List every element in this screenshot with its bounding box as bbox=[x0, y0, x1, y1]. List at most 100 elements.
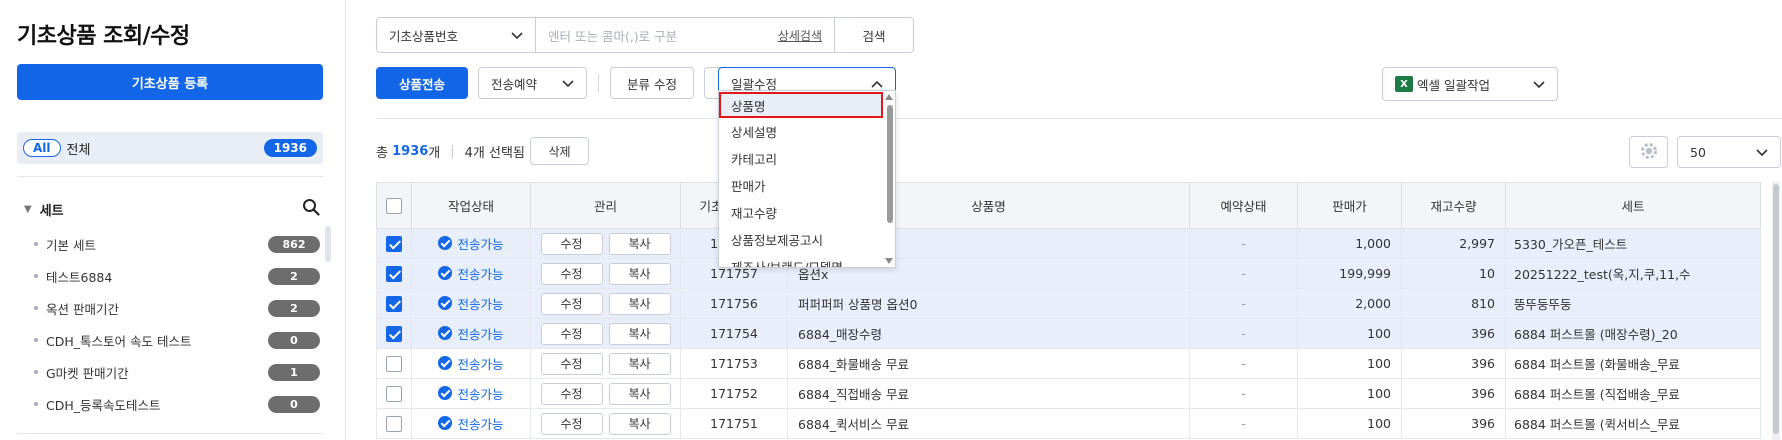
all-filter-row[interactable]: All 전체 1936 bbox=[17, 132, 323, 164]
table-row[interactable]: 전송가능 수정 복사 171757 옵션x -199,999 10 20251222_test… bbox=[376, 258, 1761, 289]
name-cell[interactable]: 6884_매장수령 bbox=[787, 318, 1190, 349]
search-icon[interactable] bbox=[302, 198, 320, 220]
edit-button[interactable]: 수정 bbox=[540, 292, 603, 315]
table-row[interactable]: 전송가능수정복사173847-1,0002,9975330_가오픈_테스트 bbox=[376, 228, 1761, 259]
col-header-reserve[interactable]: 예약상태 bbox=[1189, 182, 1298, 229]
edit-button[interactable]: 수정 bbox=[540, 232, 603, 255]
set-item[interactable]: 기본 세트 862 bbox=[34, 228, 320, 260]
check-circle-icon bbox=[438, 416, 453, 431]
id-cell[interactable]: 171753 bbox=[680, 348, 788, 379]
set-cell: 뚱뚜둥뚜둥 bbox=[1505, 288, 1761, 319]
search-type-select[interactable]: 기초상품번호 bbox=[376, 17, 536, 53]
id-cell[interactable]: 171751 bbox=[680, 408, 788, 439]
delete-button[interactable]: 삭제 bbox=[530, 137, 589, 165]
set-item[interactable]: G마켓 판매기간 1 bbox=[34, 356, 320, 388]
table-row[interactable]: 전송가능 수정 복사 171754 6884_매장수령 -100 396 6884 퍼스트몰 … bbox=[376, 318, 1761, 349]
name-cell[interactable]: 6884_직접배송 무료 bbox=[787, 378, 1190, 409]
row-select-cell[interactable] bbox=[376, 378, 412, 409]
col-header-status[interactable]: 작업상태 bbox=[411, 182, 531, 229]
row-checkbox[interactable] bbox=[386, 235, 402, 252]
name-cell[interactable]: 퍼퍼퍼퍼 상품명 옵션0 bbox=[787, 288, 1190, 319]
dropdown-item-category[interactable]: 카테고리 bbox=[719, 145, 895, 172]
table-row[interactable]: 전송가능 수정 복사 171751 6884_퀵서비스 무료 -100 396 6884 퍼스… bbox=[376, 408, 1761, 439]
set-cell: 6884 퍼스트몰 (직접배송_무료 bbox=[1505, 378, 1761, 409]
edit-button[interactable]: 수정 bbox=[540, 262, 603, 285]
set-item[interactable]: 옥션 판매기간 2 bbox=[34, 292, 320, 324]
table-row[interactable]: 전송가능 수정 복사 171753 6884_화물배송 무료 -100 396 6884 퍼스… bbox=[376, 348, 1761, 379]
register-product-button[interactable]: 기초상품 등록 bbox=[17, 64, 323, 100]
row-select-cell[interactable] bbox=[376, 228, 412, 259]
triangle-down-icon[interactable]: ▼ bbox=[24, 204, 32, 215]
detail-search-link[interactable]: 상세검색 bbox=[778, 27, 822, 44]
page-size-select[interactable]: 50 bbox=[1677, 136, 1781, 168]
dropdown-scrollbar[interactable] bbox=[887, 105, 893, 223]
copy-button[interactable]: 복사 bbox=[608, 352, 671, 375]
edit-button[interactable]: 수정 bbox=[540, 352, 603, 375]
col-header-stock[interactable]: 재고수량 bbox=[1401, 182, 1506, 229]
row-select-cell[interactable] bbox=[376, 318, 412, 349]
table-row[interactable]: 전송가능 수정 복사 171756 퍼퍼퍼퍼 상품명 옵션0-2,000 810 뚱뚜둥뚜둥 bbox=[376, 288, 1761, 319]
excel-icon: X bbox=[1395, 76, 1413, 92]
row-checkbox[interactable] bbox=[386, 355, 402, 372]
select-all-cell[interactable] bbox=[376, 182, 412, 229]
row-checkbox[interactable] bbox=[386, 295, 402, 312]
name-cell[interactable]: 6884_퀵서비스 무료 bbox=[787, 408, 1190, 439]
bullet-icon bbox=[34, 402, 38, 406]
copy-button[interactable]: 복사 bbox=[608, 292, 671, 315]
id-cell[interactable]: 171752 bbox=[680, 378, 788, 409]
category-edit-button[interactable]: 분류 수정 bbox=[610, 67, 694, 99]
set-section-label: 세트 bbox=[39, 203, 64, 219]
set-item[interactable]: 테스트6884 2 bbox=[34, 260, 320, 292]
set-count-badge: 1 bbox=[268, 363, 320, 381]
check-circle-icon bbox=[438, 296, 453, 311]
price-cell: 100 bbox=[1297, 318, 1402, 349]
dropdown-item-maker[interactable]: 제조사/브랜드/모델명 bbox=[719, 253, 895, 267]
col-header-set[interactable]: 세트 bbox=[1505, 182, 1761, 229]
product-table: 작업상태 관리 기초상품번호 상품명 예약상태 판매가 재고수량 세트 전송가능… bbox=[376, 182, 1761, 439]
excel-bulk-select[interactable]: X 엑셀 일괄작업 bbox=[1382, 67, 1558, 101]
row-select-cell[interactable] bbox=[376, 408, 412, 439]
dropdown-item-product-name[interactable]: 상품명 bbox=[719, 92, 883, 118]
status-badge: 전송가능 bbox=[438, 234, 504, 253]
send-product-button[interactable]: 상품전송 bbox=[376, 67, 468, 99]
scroll-up-arrow-icon[interactable] bbox=[885, 94, 893, 100]
row-select-cell[interactable] bbox=[376, 258, 412, 289]
price-cell: 100 bbox=[1297, 378, 1402, 409]
table-row[interactable]: 전송가능 수정 복사 171752 6884_직접배송 무료 -100 396 6884 퍼스… bbox=[376, 378, 1761, 409]
row-checkbox[interactable] bbox=[386, 415, 402, 432]
id-cell[interactable]: 171754 bbox=[680, 318, 788, 349]
search-button[interactable]: 검색 bbox=[834, 17, 914, 53]
select-all-checkbox[interactable] bbox=[386, 197, 402, 214]
dropdown-item-notice[interactable]: 상품정보제공고시 bbox=[719, 226, 895, 253]
sidebar-scrollbar[interactable] bbox=[325, 226, 331, 262]
row-checkbox[interactable] bbox=[386, 265, 402, 282]
copy-button[interactable]: 복사 bbox=[608, 262, 671, 285]
dropdown-item-price[interactable]: 판매가 bbox=[719, 172, 895, 199]
edit-button[interactable]: 수정 bbox=[540, 322, 603, 345]
set-item[interactable]: CDH_등록속도테스트 0 bbox=[34, 388, 320, 420]
copy-button[interactable]: 복사 bbox=[608, 382, 671, 405]
search-input[interactable]: 엔터 또는 콤마(,)로 구분 상세검색 bbox=[535, 17, 835, 53]
id-cell[interactable]: 171756 bbox=[680, 288, 788, 319]
set-item[interactable]: CDH_톡스토어 속도 테스트 0 bbox=[34, 324, 320, 356]
reserve-select[interactable]: 전송예약 bbox=[478, 67, 587, 99]
set-section-header[interactable]: ▼ 세트 bbox=[24, 198, 324, 220]
dropdown-item-description[interactable]: 상세설명 bbox=[719, 118, 895, 145]
row-checkbox[interactable] bbox=[386, 325, 402, 342]
copy-button[interactable]: 복사 bbox=[608, 322, 671, 345]
row-select-cell[interactable] bbox=[376, 348, 412, 379]
dropdown-item-stock[interactable]: 재고수량 bbox=[719, 199, 895, 226]
table-scrollbar-thumb[interactable] bbox=[1773, 184, 1779, 434]
col-header-manage[interactable]: 관리 bbox=[530, 182, 681, 229]
name-cell[interactable]: 6884_화물배송 무료 bbox=[787, 348, 1190, 379]
col-header-price[interactable]: 판매가 bbox=[1297, 182, 1402, 229]
settings-button[interactable] bbox=[1629, 136, 1668, 168]
edit-button[interactable]: 수정 bbox=[540, 382, 603, 405]
copy-button[interactable]: 복사 bbox=[608, 412, 671, 435]
row-select-cell[interactable] bbox=[376, 288, 412, 319]
all-count-badge: 1936 bbox=[263, 139, 317, 157]
copy-button[interactable]: 복사 bbox=[608, 232, 671, 255]
scroll-down-arrow-icon[interactable] bbox=[885, 258, 893, 264]
row-checkbox[interactable] bbox=[386, 385, 402, 402]
edit-button[interactable]: 수정 bbox=[540, 412, 603, 435]
